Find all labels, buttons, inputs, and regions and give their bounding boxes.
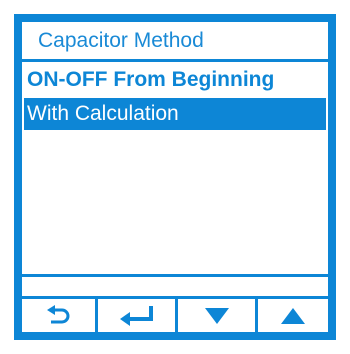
menu-item-with-calculation[interactable]: With Calculation [24, 98, 326, 130]
enter-button[interactable] [98, 299, 175, 332]
title-divider [22, 59, 328, 62]
lcd-screen: Capacitor Method ON-OFF From Beginning W… [22, 22, 328, 332]
softkey-bar [22, 296, 328, 332]
back-arrow-icon [46, 304, 69, 323]
device-frame: Capacitor Method ON-OFF From Beginning W… [14, 14, 336, 340]
down-triangle-icon [204, 307, 229, 324]
screen-title: Capacitor Method [22, 22, 328, 59]
enter-icon [119, 305, 153, 326]
down-button[interactable] [178, 299, 255, 332]
menu-item-on-off-from-beginning[interactable]: ON-OFF From Beginning [24, 64, 326, 96]
up-triangle-icon [281, 307, 305, 324]
back-button[interactable] [22, 299, 95, 332]
up-button[interactable] [258, 299, 328, 332]
bottom-divider [22, 274, 328, 277]
